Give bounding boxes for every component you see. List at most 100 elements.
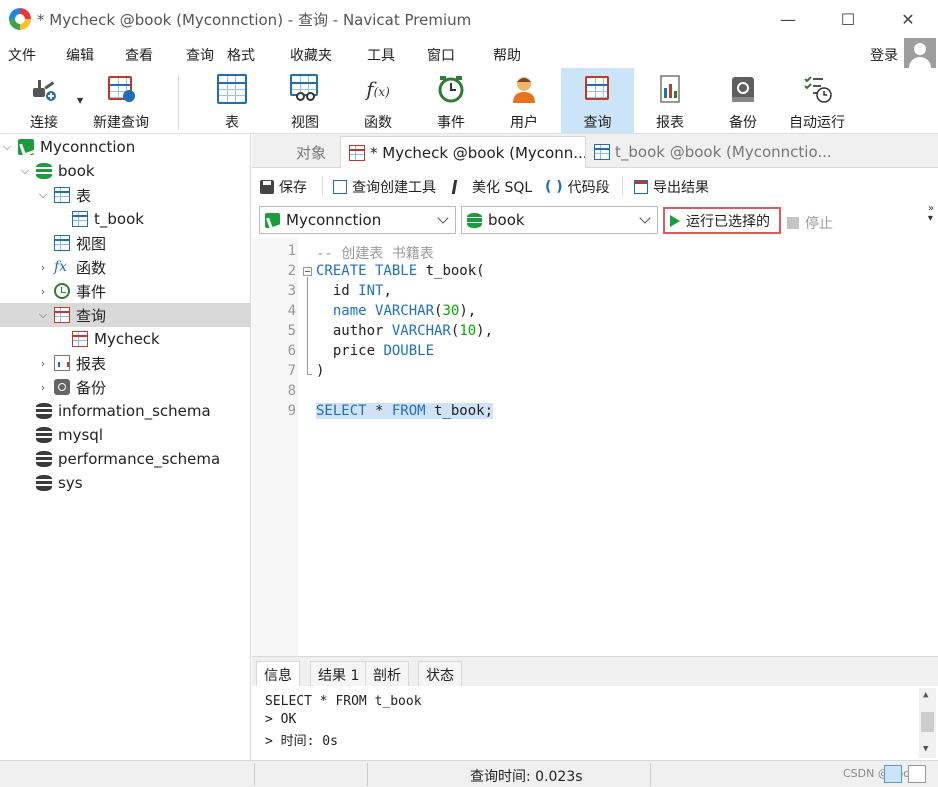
menu-format[interactable]: 格式 xyxy=(227,45,255,65)
connection-select[interactable]: Myconnction xyxy=(259,206,456,234)
tab-status[interactable]: 状态 xyxy=(418,661,462,687)
beautify-label: 美化 SQL xyxy=(472,180,533,196)
tree-connection[interactable]: ⌵ Myconnction xyxy=(0,135,251,159)
message-scrollbar[interactable]: ▲ ▼ xyxy=(919,688,936,758)
toolbar-query-label: 查询 xyxy=(583,115,612,131)
tree-views[interactable]: 视图 xyxy=(50,231,106,255)
save-button[interactable]: 保存 xyxy=(260,177,307,197)
code-type: DOUBLE xyxy=(383,343,435,359)
toolbar-query-button[interactable]: 查询 xyxy=(561,68,634,133)
tree-database-mysql[interactable]: mysql xyxy=(32,423,103,447)
toolbar-scroll-icon[interactable]: » ▾ xyxy=(928,204,934,224)
menu-edit[interactable]: 编辑 xyxy=(66,45,94,65)
stop-label: 停止 xyxy=(805,216,833,232)
play-icon xyxy=(670,214,680,227)
tree-table-t-book[interactable]: t_book xyxy=(68,207,144,231)
connection-button[interactable]: 连接 xyxy=(14,68,74,133)
user-icon xyxy=(513,77,535,103)
menu-view[interactable]: 查看 xyxy=(125,45,153,65)
stop-button[interactable]: 停止 xyxy=(787,213,833,233)
toolbar-backup-button[interactable]: 备份 xyxy=(714,68,772,133)
tree-queries[interactable]: ⌵ 查询 xyxy=(0,303,251,327)
tree-database-sys[interactable]: sys xyxy=(32,471,83,495)
close-button[interactable]: ✕ xyxy=(878,0,938,38)
toolbar-automation-button[interactable]: 自动运行 xyxy=(784,68,850,133)
toolbar-user-button[interactable]: 用户 xyxy=(495,68,553,133)
toolbar-report-button[interactable]: 报表 xyxy=(641,68,699,133)
tree-functions[interactable]: › fx 函数 xyxy=(36,255,106,279)
minimize-button[interactable]: — xyxy=(758,0,818,38)
plug-icon xyxy=(33,80,56,101)
query-folder-icon xyxy=(54,307,70,323)
form-view-icon[interactable] xyxy=(908,765,926,783)
new-query-label: 新建查询 xyxy=(93,115,149,131)
menu-tools[interactable]: 工具 xyxy=(367,45,395,65)
code-text: ), xyxy=(476,323,494,339)
login-link[interactable]: 登录 xyxy=(870,45,898,65)
menu-window[interactable]: 窗口 xyxy=(427,45,455,65)
tab-result-1[interactable]: 结果 1 xyxy=(310,661,368,687)
tab-profile[interactable]: 剖析 xyxy=(365,661,409,687)
code-type: VARCHAR xyxy=(375,303,435,319)
database-select[interactable]: book xyxy=(461,206,658,234)
toolbar-event-button[interactable]: 事件 xyxy=(422,68,480,133)
tab-query-mycheck[interactable]: * Mycheck @book (Myconn... xyxy=(340,136,586,168)
table-icon xyxy=(594,144,610,160)
menu-file[interactable]: 文件 xyxy=(8,45,36,65)
tab-info[interactable]: 信息 xyxy=(256,661,300,687)
scroll-down-icon[interactable]: ▼ xyxy=(923,744,928,754)
tree-tables[interactable]: ⌵ 表 xyxy=(36,183,91,207)
stop-icon xyxy=(787,217,799,229)
code-line-author: author VARCHAR(10), xyxy=(316,323,493,339)
connection-dropdown-icon[interactable]: ▼ xyxy=(77,96,83,105)
collapse-icon[interactable]: ⌵ xyxy=(36,308,50,322)
fold-toggle-icon[interactable] xyxy=(303,267,312,276)
status-divider xyxy=(254,763,255,786)
maximize-button[interactable]: ☐ xyxy=(818,0,878,38)
collapse-icon[interactable]: ⌵ xyxy=(18,164,32,178)
database-icon xyxy=(36,451,52,467)
toolbar-function-button[interactable]: f(x) 函数 xyxy=(349,68,407,133)
tab-objects[interactable]: 对象 xyxy=(276,136,346,168)
toolbar-view-label: 视图 xyxy=(291,115,319,131)
beautify-sql-button[interactable]: 美化 SQL xyxy=(451,177,533,197)
tab-table-t-book[interactable]: t_book @book (Myconnctio... xyxy=(586,136,832,168)
scroll-up-icon[interactable]: ▲ xyxy=(923,690,928,700)
tree-database-performance-schema[interactable]: performance_schema xyxy=(32,447,220,471)
toolbar-view-button[interactable]: 视图 xyxy=(276,68,334,133)
tree-database-label: performance_schema xyxy=(58,450,221,468)
tree-events[interactable]: › 事件 xyxy=(36,279,106,303)
tree-database-book[interactable]: ⌵ book xyxy=(18,159,95,183)
sql-editor[interactable]: 1 2 3 4 5 6 7 8 9 -- 创建表 书籍表 CREATE TABL… xyxy=(252,238,938,656)
expand-icon[interactable]: › xyxy=(36,381,50,394)
export-results-button[interactable]: 导出结果 xyxy=(634,177,709,197)
object-tree: ⌵ Myconnction ⌵ book ⌵ 表 t_book 视图 › fx … xyxy=(0,134,251,760)
scrollbar-thumb[interactable] xyxy=(921,712,934,732)
menu-favorites[interactable]: 收藏夹 xyxy=(290,45,332,65)
toolbar-report-label: 报表 xyxy=(656,115,684,131)
expand-icon[interactable]: › xyxy=(36,357,50,370)
toolbar-function-label: 函数 xyxy=(364,115,392,131)
run-selected-button[interactable]: 运行已选择的 xyxy=(663,207,781,234)
new-query-button[interactable]: 新建查询 xyxy=(88,68,154,133)
expand-icon[interactable]: › xyxy=(36,261,50,274)
tree-reports[interactable]: › 报表 xyxy=(36,351,106,375)
tree-database-label: information_schema xyxy=(58,402,211,420)
tree-backups[interactable]: › 备份 xyxy=(36,375,106,399)
collapse-icon[interactable]: ⌵ xyxy=(36,188,50,202)
toolbar-table-button[interactable]: 表 xyxy=(203,68,261,133)
line-number: 7 xyxy=(287,363,296,379)
code-keyword: SELECT xyxy=(316,403,367,419)
grid-view-icon[interactable] xyxy=(884,765,902,783)
code-text: t_book( xyxy=(417,263,485,279)
message-line: SELECT * FROM t_book xyxy=(265,694,422,709)
tree-database-information-schema[interactable]: information_schema xyxy=(32,399,211,423)
query-builder-button[interactable]: 查询创建工具 xyxy=(333,177,436,197)
expand-icon[interactable]: › xyxy=(36,285,50,298)
collapse-icon[interactable]: ⌵ xyxy=(0,140,14,154)
menu-help[interactable]: 帮助 xyxy=(493,45,521,65)
menu-query[interactable]: 查询 xyxy=(186,45,214,65)
export-icon xyxy=(634,180,648,194)
code-snippet-button[interactable]: ( ) 代码段 xyxy=(545,177,610,197)
tree-query-mycheck[interactable]: Mycheck xyxy=(68,327,160,351)
